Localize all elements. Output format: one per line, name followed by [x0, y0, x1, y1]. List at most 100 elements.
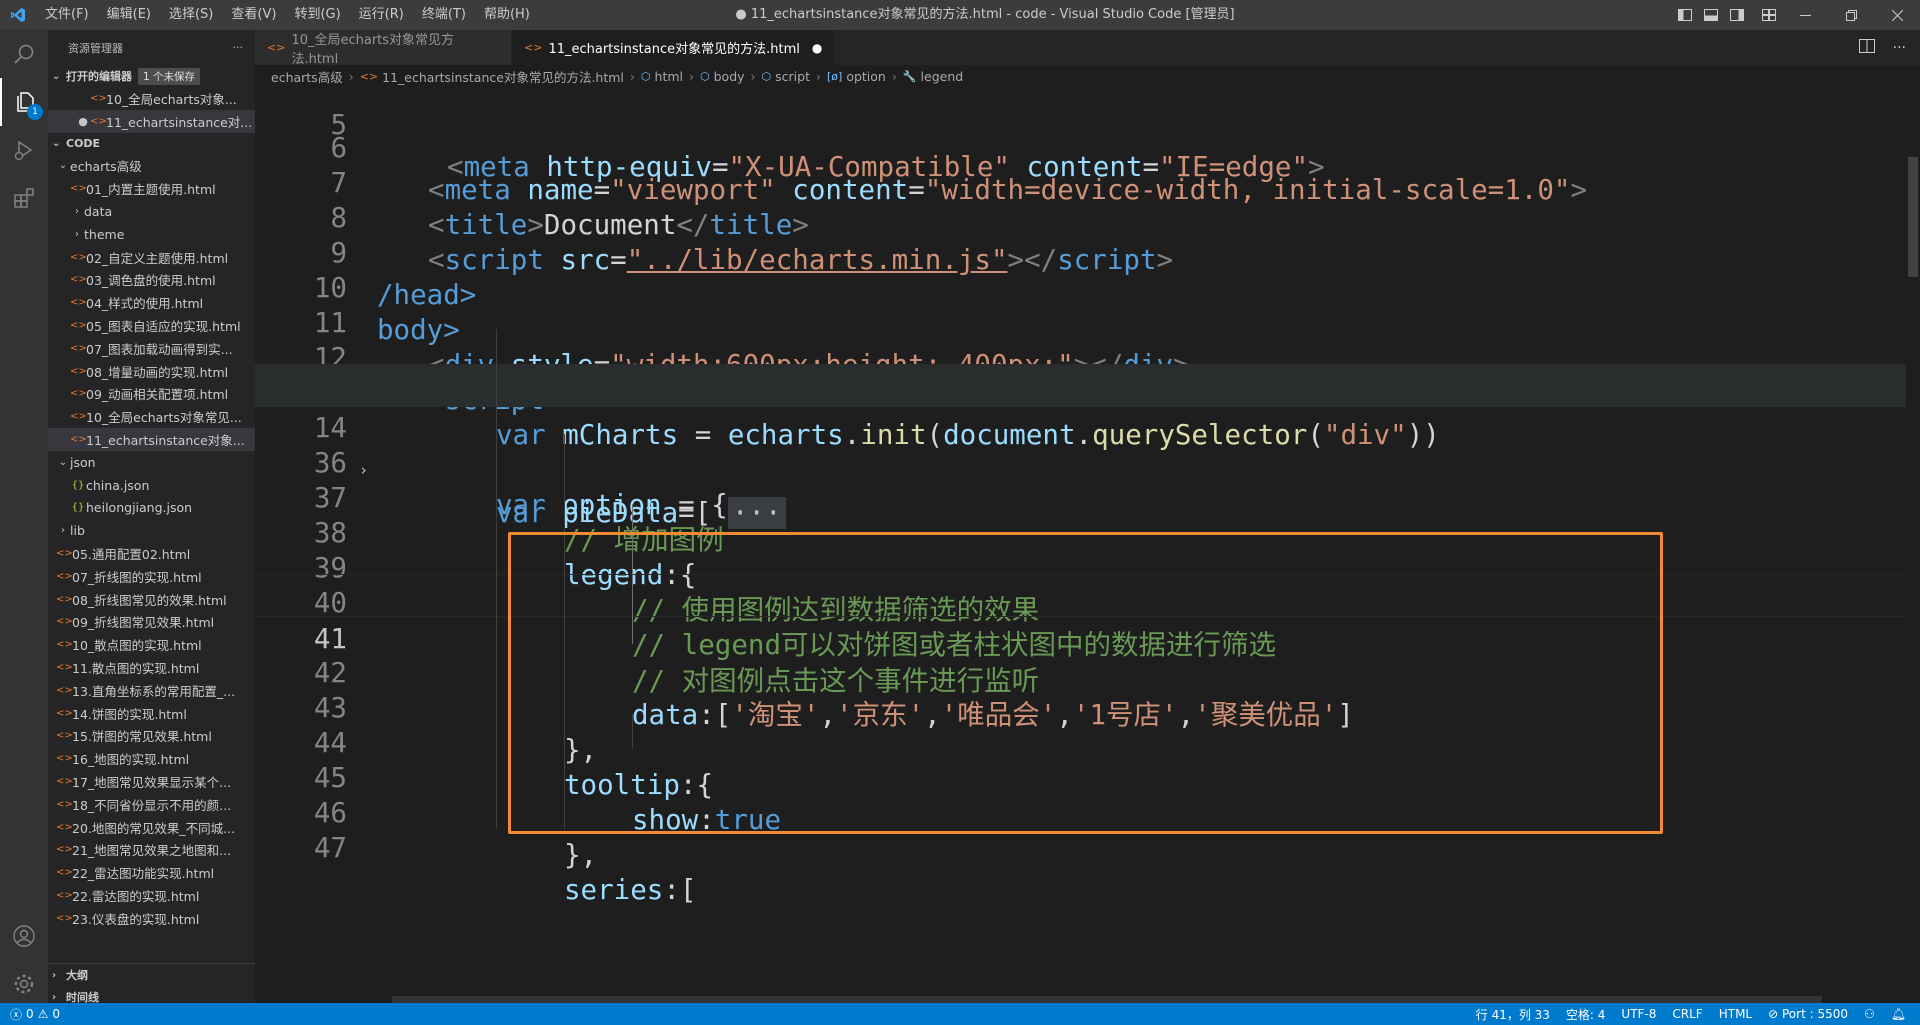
scrollbar-thumb[interactable]: [1908, 157, 1918, 277]
json-file-icon: {}: [71, 502, 85, 514]
file-item[interactable]: <> 01_内置主题使用.html: [48, 177, 255, 200]
feedback-icon[interactable]: ⚇: [1864, 1007, 1875, 1021]
file-item[interactable]: <> 20.地图的常见效果_不同城...: [48, 816, 255, 839]
file-item[interactable]: <> 21_地图常见效果之地图和...: [48, 839, 255, 862]
file-item[interactable]: <> 22_雷达图功能实现.html: [48, 861, 255, 884]
chevron-right-icon: ›: [689, 68, 694, 84]
unsaved-dot-icon[interactable]: ●: [76, 115, 90, 128]
breadcrumb-item[interactable]: echarts高级: [271, 67, 343, 86]
close-button[interactable]: [1874, 0, 1920, 30]
file-item[interactable]: {} china.json: [48, 474, 255, 497]
breadcrumb-item[interactable]: body: [714, 69, 745, 84]
file-item[interactable]: <> 02_自定义主题使用.html: [48, 246, 255, 269]
file-item[interactable]: <> 10_散点图的实现.html: [48, 633, 255, 656]
toggle-secondary-sidebar-icon[interactable]: [1724, 0, 1750, 30]
open-editor-item[interactable]: ● <> 11_echartsinstance对...: [48, 109, 255, 133]
file-item[interactable]: <> 16_地图的实现.html: [48, 747, 255, 770]
file-item[interactable]: <> 15.饼图的常见效果.html: [48, 725, 255, 748]
file-item[interactable]: {} heilongjiang.json: [48, 497, 255, 520]
more-actions-icon[interactable]: ···: [233, 41, 244, 54]
workspace-section[interactable]: ⌄ CODE: [48, 133, 255, 155]
explorer-icon[interactable]: 1: [0, 78, 48, 126]
menu-edit[interactable]: 编辑(E): [98, 0, 160, 30]
run-debug-icon[interactable]: [0, 126, 48, 174]
code-line: 47 series:[: [255, 784, 1920, 907]
file-item[interactable]: <> 11.散点图的实现.html: [48, 656, 255, 679]
file-item[interactable]: <> 23.仪表盘的实现.html: [48, 907, 255, 930]
tab-10[interactable]: <> 10_全局echarts对象常见方法.html: [255, 30, 512, 67]
file-item[interactable]: <> 07_折线图的实现.html: [48, 565, 255, 588]
account-icon[interactable]: [0, 912, 48, 960]
file-item[interactable]: <> 10_全局echarts对象常见...: [48, 405, 255, 428]
menu-file[interactable]: 文件(F): [36, 0, 98, 30]
menu-help[interactable]: 帮助(H): [475, 0, 539, 30]
customize-layout-icon[interactable]: [1756, 0, 1782, 30]
breadcrumb-item[interactable]: 11_echartsinstance对象常见的方法.html: [382, 67, 624, 86]
folder-item[interactable]: › theme: [48, 223, 255, 246]
end-of-line[interactable]: CRLF: [1672, 1007, 1702, 1021]
code-editor[interactable]: 5 <meta http-equiv="X-UA-Compatible" con…: [255, 87, 1920, 1008]
explorer-badge: 1: [27, 104, 43, 120]
split-editor-icon[interactable]: [1858, 38, 1875, 57]
file-item[interactable]: <> 17_地图常见效果显示某个...: [48, 770, 255, 793]
file-item[interactable]: <> 07_图表加载动画得到实...: [48, 337, 255, 360]
open-editor-item[interactable]: <> 10_全局echarts对象...: [48, 87, 255, 110]
file-item[interactable]: <> 03_调色盘的使用.html: [48, 269, 255, 292]
notifications-bell-icon[interactable]: 🔔︎: [1891, 1007, 1906, 1021]
open-editors-label: 打开的编辑器: [66, 70, 132, 83]
breadcrumb-item[interactable]: script: [775, 69, 810, 84]
outline-section[interactable]: › 大纲: [48, 964, 255, 986]
encoding[interactable]: UTF-8: [1621, 1007, 1656, 1021]
file-item[interactable]: <> 14.饼图的实现.html: [48, 702, 255, 725]
file-item[interactable]: <> 18_不同省份显示不用的颜...: [48, 793, 255, 816]
workspace-label: CODE: [66, 137, 101, 151]
file-item[interactable]: <> 09_折线图常见效果.html: [48, 611, 255, 634]
file-item[interactable]: <> 05.通用配置02.html: [48, 542, 255, 565]
toggle-panel-icon[interactable]: [1698, 0, 1724, 30]
tab-11[interactable]: <> 11_echartsinstance对象常见的方法.html ●: [512, 30, 836, 65]
menu-run[interactable]: 运行(R): [350, 0, 413, 30]
folder-label: echarts高级: [70, 159, 142, 175]
file-item[interactable]: <> 08_增量动画的实现.html: [48, 360, 255, 383]
chevron-down-icon: ⌄: [58, 160, 68, 172]
file-item[interactable]: <> 08_折线图常见的效果.html: [48, 588, 255, 611]
file-label: 15.饼图的常见效果.html: [72, 729, 212, 745]
open-editors-section[interactable]: ⌄ 打开的编辑器 1 个未保存: [48, 65, 255, 87]
menu-selection[interactable]: 选择(S): [160, 0, 222, 30]
file-item[interactable]: <> 13.直角坐标系的常用配置_...: [48, 679, 255, 702]
menu-view[interactable]: 查看(V): [222, 0, 285, 30]
file-item[interactable]: <> 09_动画相关配置项.html: [48, 383, 255, 406]
problems-indicator[interactable]: ⓧ 0 ⚠ 0: [0, 1006, 60, 1023]
unsaved-dot-icon[interactable]: ●: [812, 41, 822, 55]
search-icon[interactable]: [0, 30, 48, 78]
html-file-icon: <>: [56, 889, 73, 901]
file-item[interactable]: <> 11_echartsinstance对象...: [48, 428, 255, 451]
breadcrumb-item[interactable]: legend: [921, 69, 964, 84]
language-mode[interactable]: HTML: [1719, 1007, 1752, 1021]
file-item[interactable]: <> 22.雷达图的实现.html: [48, 884, 255, 907]
settings-gear-icon[interactable]: [0, 960, 48, 1008]
file-item[interactable]: <> 05_图表自适应的实现.html: [48, 314, 255, 337]
folder-item[interactable]: ⌄ echarts高级: [48, 155, 255, 178]
file-label: 02_自定义主题使用.html: [86, 250, 229, 266]
cursor-position[interactable]: 行 41，列 33: [1476, 1006, 1550, 1023]
more-actions-icon[interactable]: ···: [1893, 40, 1906, 56]
folder-item[interactable]: › data: [48, 200, 255, 223]
breadcrumb-item[interactable]: option: [846, 69, 886, 84]
restore-button[interactable]: [1828, 0, 1874, 30]
minimize-button[interactable]: [1782, 0, 1828, 30]
property-wrench-icon: 🔧: [902, 69, 917, 83]
html-file-icon: <>: [56, 548, 73, 560]
menu-go[interactable]: 转到(G): [285, 0, 349, 30]
live-server-port[interactable]: ⊘ Port : 5500: [1768, 1007, 1848, 1021]
indentation[interactable]: 空格: 4: [1566, 1006, 1606, 1023]
folder-item[interactable]: ⌄ json: [48, 451, 255, 474]
vertical-scrollbar[interactable]: [1906, 87, 1920, 987]
folder-item[interactable]: › lib: [48, 519, 255, 542]
extensions-icon[interactable]: [0, 174, 48, 222]
toggle-sidebar-icon[interactable]: [1672, 0, 1698, 30]
file-label: 07_图表加载动画得到实...: [86, 341, 233, 357]
breadcrumb-item[interactable]: html: [655, 69, 683, 84]
file-item[interactable]: <> 04_样式的使用.html: [48, 291, 255, 314]
menu-terminal[interactable]: 终端(T): [413, 0, 475, 30]
